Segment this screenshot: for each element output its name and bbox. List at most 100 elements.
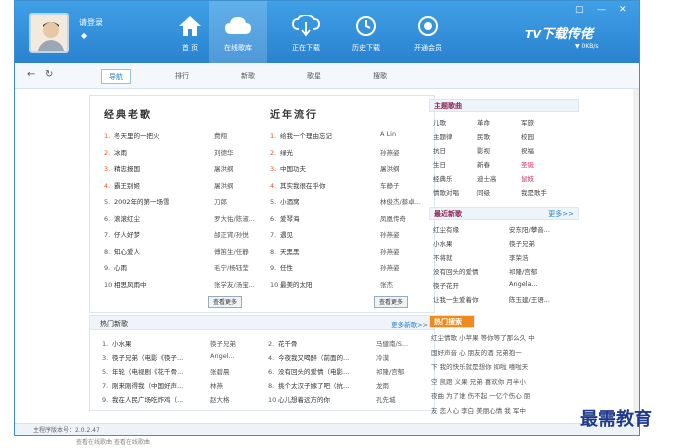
nav-history[interactable]: 历史下载 <box>337 1 395 63</box>
artist-name[interactable]: 傅笛生/任静 <box>214 246 258 256</box>
song-row[interactable]: 6. 爱琴海 <box>270 213 370 227</box>
artist-name[interactable]: 张杰 <box>380 279 424 289</box>
artist-name[interactable]: 费翔 <box>214 130 258 140</box>
theme-link[interactable]: 圣诞 <box>521 159 565 169</box>
artist-name[interactable]: 凤凰传奇 <box>380 213 424 223</box>
song-row[interactable]: 3. 中国功夫 <box>270 163 370 177</box>
hot-more-link[interactable]: 更多新歌>> <box>391 319 428 329</box>
artist-name[interactable]: 张学友/汤宝... <box>214 279 258 289</box>
song-title[interactable]: 给我一个理由忘记 <box>280 132 332 140</box>
song-title[interactable]: 筷子兄弟（电影《筷子... <box>112 354 183 362</box>
artist-name[interactable]: 张碧晨 <box>210 366 254 376</box>
artist-name[interactable]: A Lin <box>380 130 424 138</box>
theme-link[interactable]: 新春 <box>477 159 521 169</box>
nav-online-library[interactable]: 在线歌库 <box>209 1 267 63</box>
close-icon[interactable]: ✕ <box>619 5 627 15</box>
newest-artist[interactable]: 陈玉建/王语... <box>509 294 581 304</box>
refresh-icon[interactable]: ↻ <box>45 69 53 80</box>
hot-search-line[interactable]: 空 凯蹬 义果 兄弟 喜欢你 月半小 <box>431 376 589 386</box>
song-title[interactable]: 知心爱人 <box>114 248 140 256</box>
theme-link[interactable]: 革命 <box>477 117 521 127</box>
song-row[interactable]: 2. 冰雨 <box>104 147 204 161</box>
song-title[interactable]: 今夜我又喝醉（前面的... <box>278 354 349 362</box>
newest-artist[interactable]: 祁隆/宫郁 <box>509 266 581 276</box>
artist-name[interactable]: 刀郎 <box>214 196 258 206</box>
theme-link[interactable]: 影视 <box>477 145 521 155</box>
theme-link[interactable]: 军旅 <box>521 117 565 127</box>
song-title[interactable]: 爱琴海 <box>280 215 300 223</box>
theme-link[interactable]: 生日 <box>433 159 477 169</box>
artist-name[interactable]: 屠洪纲 <box>214 163 258 173</box>
song-row[interactable]: 1. 冬天里的一把火 <box>104 130 204 144</box>
classic-more-button[interactable]: 查看更多 <box>208 296 243 308</box>
song-title[interactable]: 霸王别姬 <box>114 182 140 190</box>
artist-name[interactable]: Angel... <box>210 352 254 360</box>
artist-name[interactable]: 刘德华 <box>214 147 258 157</box>
artist-name[interactable]: 邰正宵/孙悦 <box>214 229 258 239</box>
artist-name[interactable]: 马健南/S... <box>376 338 420 348</box>
hot-song-row[interactable]: 7. 刚来刚得我（中国好声... <box>102 380 206 394</box>
song-title[interactable]: 冬天里的一把火 <box>114 132 160 140</box>
song-title[interactable]: 年轮（电视剧《花千骨... <box>112 368 183 376</box>
artist-name[interactable]: 孙燕姿 <box>380 229 424 239</box>
hot-search-line[interactable]: 夜曲 为了谁 伤不起 一亿个伤心 朋 <box>431 390 589 400</box>
theme-link[interactable]: 祝福 <box>521 145 565 155</box>
artist-name[interactable]: 车静子 <box>380 180 424 190</box>
artist-name[interactable]: 孙燕姿 <box>380 262 424 272</box>
song-title[interactable]: 2002年的第一场雪 <box>114 198 170 206</box>
song-row[interactable]: 4. 其实我很在乎你 <box>270 180 370 194</box>
song-title[interactable]: 我在人民广场吃炸鸡（... <box>112 396 183 404</box>
minimize-icon[interactable]: — <box>597 5 606 15</box>
theme-link[interactable]: 主题律 <box>433 131 477 141</box>
song-title[interactable]: 中国功夫 <box>280 165 306 173</box>
artist-name[interactable]: 毛宁/杨钰莹 <box>214 262 258 272</box>
song-row[interactable]: 5. 小酒窝 <box>270 196 370 210</box>
song-row[interactable]: 10 最美的太阳 <box>270 279 370 293</box>
artist-name[interactable]: 祁隆/宫郁 <box>376 366 420 376</box>
artist-name[interactable]: 赵大格 <box>210 394 254 404</box>
newest-song[interactable]: 红尘有缘 <box>433 224 505 234</box>
hot-song-row[interactable]: 3. 筷子兄弟（电影《筷子... <box>102 352 206 366</box>
song-title[interactable]: 天黑黑 <box>280 248 300 256</box>
theme-link[interactable]: 同级 <box>477 187 521 197</box>
song-row[interactable]: 10 相思风雨中 <box>104 279 204 293</box>
theme-link[interactable]: 校园 <box>521 131 565 141</box>
hot-song-row[interactable]: 9. 我在人民广场吃炸鸡（... <box>102 394 206 408</box>
back-arrow-icon[interactable]: ← <box>27 69 35 80</box>
newest-song[interactable]: 小水果 <box>433 238 505 248</box>
artist-name[interactable]: 林俊杰/蔡卓... <box>380 196 424 206</box>
song-title[interactable]: 没有回头的爱情（电影... <box>278 368 349 376</box>
hot-song-row[interactable]: 1. 小水果 <box>102 338 206 352</box>
hot-song-row[interactable]: 5. 年轮（电视剧《花千骨... <box>102 366 206 380</box>
theme-link[interactable]: 迪士高 <box>477 173 521 183</box>
song-row[interactable]: 8. 天黑黑 <box>270 246 370 260</box>
artist-name[interactable]: 龙雨 <box>376 380 420 390</box>
artist-name[interactable]: 孙燕姿 <box>380 147 424 157</box>
song-title[interactable]: 小酒窝 <box>280 198 300 206</box>
newest-song[interactable]: 让我一生爱着你 <box>433 294 505 304</box>
song-row[interactable]: 9. 任性 <box>270 262 370 276</box>
song-title[interactable]: 绿光 <box>280 149 293 157</box>
newest-artist[interactable]: 李荣浩 <box>509 252 581 262</box>
tab-new-songs[interactable]: 新歌 <box>233 69 263 84</box>
newest-song[interactable]: 筷子花开 <box>433 280 505 290</box>
theme-link[interactable]: 我是歌手 <box>521 187 565 197</box>
song-title[interactable]: 小水果 <box>112 340 132 348</box>
artist-name[interactable]: 罗大佑/陈淑... <box>214 213 258 223</box>
song-row[interactable]: 3. 精忠报国 <box>104 163 204 177</box>
tab-singers[interactable]: 歌星 <box>299 69 329 84</box>
hot-search-line[interactable]: 友 恋人心 李白 美丽心情 我 军中 <box>431 405 589 415</box>
newest-artist[interactable]: 筷子兄弟 <box>509 238 581 248</box>
hot-song-row[interactable]: 8. 挑个太汉子嫁了吧（抗... <box>268 380 372 394</box>
hot-search-line[interactable]: 国好声音 心 朋友的酒 兄弟抱一 <box>431 347 589 357</box>
song-title[interactable]: 遇见 <box>280 231 293 239</box>
artist-name[interactable]: 孔先城 <box>376 394 420 404</box>
artist-name[interactable]: 孙燕姿 <box>380 246 424 256</box>
song-title[interactable]: 精忠报国 <box>114 165 140 173</box>
song-title[interactable]: 滚滚红尘 <box>114 215 140 223</box>
song-title[interactable]: 其实我很在乎你 <box>280 182 326 190</box>
hot-search-line[interactable]: 红尘情歌 小苹果 等你等了那么久 中 <box>431 332 589 342</box>
song-title[interactable]: 挑个太汉子嫁了吧（抗... <box>278 382 349 390</box>
song-title[interactable]: 冰雨 <box>114 149 127 157</box>
song-row[interactable]: 5. 2002年的第一场雪 <box>104 196 204 210</box>
